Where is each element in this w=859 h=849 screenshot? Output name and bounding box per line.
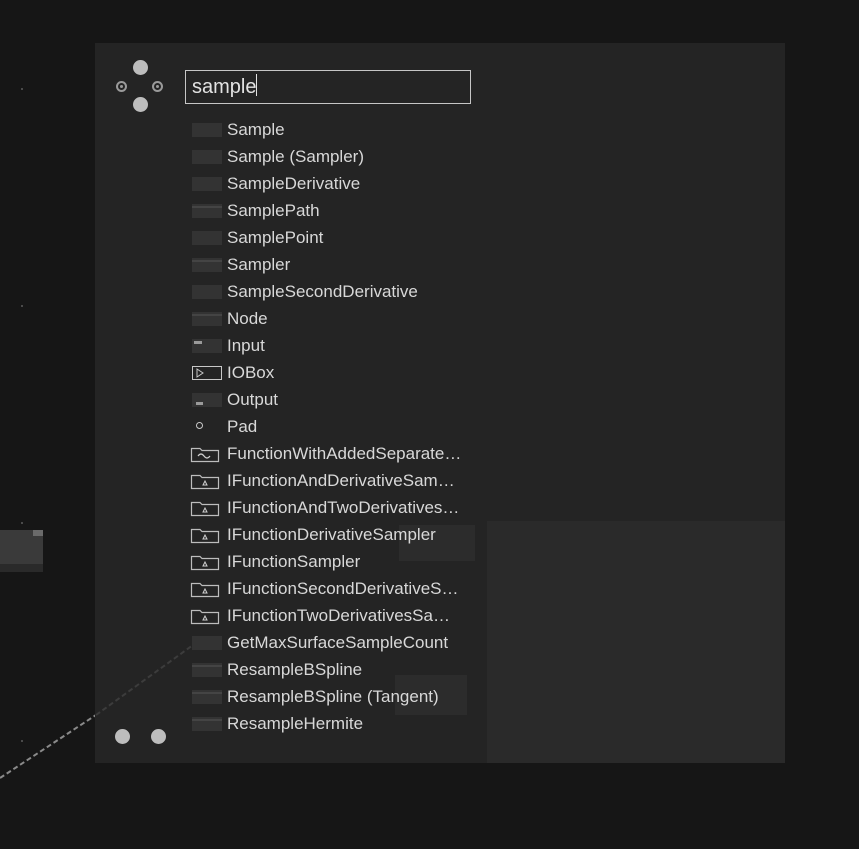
result-item[interactable]: Pad (190, 414, 490, 441)
folder-interface-icon (190, 474, 220, 490)
result-item[interactable]: IFunctionAndDerivativeSam… (190, 468, 490, 495)
result-item[interactable]: Sampler (190, 252, 490, 279)
nav-right-ring-icon[interactable] (152, 81, 163, 92)
box-icon (192, 123, 222, 137)
result-item-label: IFunctionSampler (227, 552, 361, 571)
result-item[interactable]: SamplePoint (190, 225, 490, 252)
navigation-control (114, 60, 168, 114)
result-item-label: IFunctionTwoDerivativesSa… (227, 606, 450, 625)
input-icon (192, 339, 222, 353)
result-item[interactable]: ResampleBSpline (190, 657, 490, 684)
result-item-label: SampleSecondDerivative (227, 282, 418, 301)
result-item[interactable]: IOBox (190, 360, 490, 387)
folder-interface-icon (190, 609, 220, 625)
result-item[interactable]: IFunctionSecondDerivativeS… (190, 576, 490, 603)
results-list: Sample Sample (Sampler) SampleDerivative Sa… (190, 117, 490, 738)
folder-interface-icon (190, 501, 220, 517)
footer-dot-icon[interactable] (151, 729, 166, 744)
pad-icon (196, 422, 203, 429)
result-item-label: GetMaxSurfaceSampleCount (227, 633, 449, 652)
search-input-value: sample (192, 76, 257, 98)
output-icon (192, 393, 222, 407)
footer-dot-icon[interactable] (115, 729, 130, 744)
result-item-label: ResampleHermite (227, 714, 364, 733)
box-icon (192, 177, 222, 191)
result-item-label: FunctionWithAddedSeparate… (227, 444, 462, 463)
result-item[interactable]: IFunctionDerivativeSampler (190, 522, 490, 549)
result-item[interactable]: Output (190, 387, 490, 414)
nav-up-dot-icon[interactable] (133, 60, 148, 75)
result-item-label: Output (227, 390, 279, 409)
nav-down-dot-icon[interactable] (133, 97, 148, 112)
result-item-label: SamplePath (227, 201, 320, 220)
result-item[interactable]: SampleSecondDerivative (190, 279, 490, 306)
result-item[interactable]: Input (190, 333, 490, 360)
result-item-label: Sample (Sampler) (227, 147, 364, 166)
result-item[interactable]: Sample (Sampler) (190, 144, 490, 171)
result-item-label: Sampler (227, 255, 291, 274)
nav-left-ring-icon[interactable] (116, 81, 127, 92)
result-item[interactable]: Sample (190, 117, 490, 144)
result-item-label: SampleDerivative (227, 174, 361, 193)
result-item[interactable]: ResampleBSpline (Tangent) (190, 684, 490, 711)
result-item[interactable]: ResampleHermite (190, 711, 490, 738)
background-node-footer (0, 564, 43, 572)
result-item-label: ResampleBSpline (Tangent) (227, 687, 439, 706)
canvas-grid-dot (21, 522, 23, 524)
result-item[interactable]: IFunctionTwoDerivativesSa… (190, 603, 490, 630)
box-icon (192, 231, 222, 245)
box-icon (192, 285, 222, 299)
background-node-pin[interactable] (33, 530, 43, 536)
canvas-grid-dot (21, 740, 23, 742)
result-item[interactable]: Node (190, 306, 490, 333)
box-icon (192, 258, 222, 272)
result-item-label: IFunctionAndTwoDerivatives… (227, 498, 460, 517)
result-item-label: Pad (227, 417, 258, 436)
result-item-label: Input (227, 336, 265, 355)
result-item[interactable]: FunctionWithAddedSeparate… (190, 441, 490, 468)
box-icon (192, 636, 222, 650)
folder-interface-icon (190, 582, 220, 598)
result-item-label: Node (227, 309, 268, 328)
text-caret (256, 74, 258, 96)
box-icon (192, 150, 222, 164)
background-node-ghost (487, 521, 785, 763)
box-icon (192, 717, 222, 731)
folder-interface-icon (190, 555, 220, 571)
box-icon (192, 690, 222, 704)
result-item-label: Sample (227, 120, 285, 139)
canvas-grid-dot (21, 88, 23, 90)
result-item[interactable]: SampleDerivative (190, 171, 490, 198)
canvas-grid-dot (21, 305, 23, 307)
result-item-label: IFunctionAndDerivativeSam… (227, 471, 455, 490)
background-node[interactable] (0, 530, 43, 572)
result-item-label: ResampleBSpline (227, 660, 363, 679)
box-icon (192, 663, 222, 677)
folder-function-icon (190, 447, 220, 463)
result-item[interactable]: GetMaxSurfaceSampleCount (190, 630, 490, 657)
folder-interface-icon (190, 528, 220, 544)
result-item[interactable]: SamplePath (190, 198, 490, 225)
result-item-label: IOBox (227, 363, 275, 382)
iobox-icon (192, 366, 222, 380)
result-item-label: IFunctionDerivativeSampler (227, 525, 436, 544)
result-item[interactable]: IFunctionAndTwoDerivatives… (190, 495, 490, 522)
box-icon (192, 204, 222, 218)
result-item[interactable]: IFunctionSampler (190, 549, 490, 576)
result-item-label: IFunctionSecondDerivativeS… (227, 579, 459, 598)
box-icon (192, 312, 222, 326)
result-item-label: SamplePoint (227, 228, 324, 247)
search-input[interactable]: sample (185, 70, 471, 104)
